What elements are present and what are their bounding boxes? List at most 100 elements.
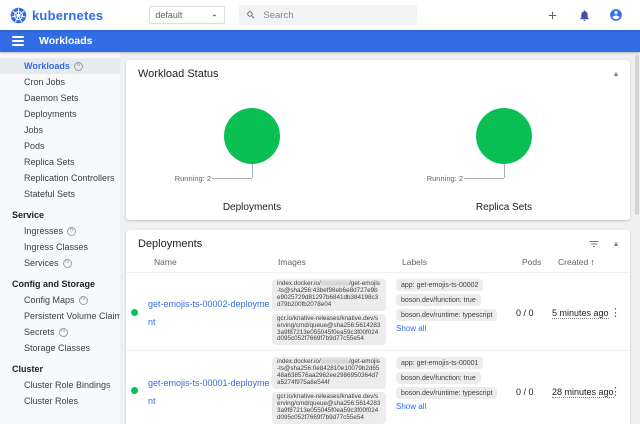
kubernetes-helm-icon — [10, 7, 27, 24]
sidebar-item-replica-sets[interactable]: Replica Sets — [0, 154, 120, 170]
deployments-title: Deployments — [138, 238, 202, 250]
image-chip[interactable]: index.docker.io/xxxxxxxxx/get-emojis-ts@… — [272, 279, 386, 311]
sidebar-item-secrets[interactable]: SecretsN — [0, 324, 120, 340]
workload-status-card: Workload Status ▴ Running: 2DeploymentsR… — [126, 60, 630, 220]
sidebar-item-deployments[interactable]: Deployments — [0, 106, 120, 122]
sidebar-item-replication-controllers[interactable]: Replication Controllers — [0, 170, 120, 186]
create-resource-button[interactable] — [544, 7, 560, 23]
deployment-name-link[interactable]: get-emojis-ts-00001-deployment — [148, 378, 270, 406]
label-chip[interactable]: boson.dev/runtime: typescript — [396, 387, 497, 399]
name-cell: get-emojis-ts-00002-deployment — [148, 294, 272, 330]
images-cell: index.docker.io/xxxxxxxxx/get-emojis-ts@… — [272, 276, 396, 348]
sidebar-item-services[interactable]: ServicesN — [0, 255, 120, 271]
redacted-text: xxxxxxxxx — [321, 358, 349, 365]
search-input[interactable] — [263, 10, 393, 21]
namespaced-badge-icon: N — [59, 328, 68, 337]
deployments-table-header: Name Images Labels Pods Created↑ — [126, 252, 630, 272]
status-ok-icon — [131, 387, 138, 394]
status-ok-icon — [131, 309, 138, 316]
sidebar-item-pods[interactable]: Pods — [0, 138, 120, 154]
pods-value: 0 / 0 — [516, 387, 534, 397]
sidebar-item-label: Workloads — [24, 61, 70, 71]
column-header-images[interactable]: Images — [278, 257, 402, 267]
status-cell — [126, 387, 148, 394]
image-chip[interactable]: index.docker.io/xxxxxxxxx/get-emojis-ts@… — [272, 357, 386, 389]
sidebar-item-cluster-role-bindings[interactable]: Cluster Role Bindings — [0, 377, 120, 393]
column-header-labels[interactable]: Labels — [402, 257, 522, 267]
show-all-link[interactable]: Show all — [396, 324, 516, 333]
sort-ascending-icon: ↑ — [590, 257, 594, 267]
sidebar-item-label: Cron Jobs — [24, 77, 65, 87]
chart-title: Deployments — [223, 202, 281, 213]
sidebar-item-ingresses[interactable]: IngressesN — [0, 223, 120, 239]
bell-icon — [578, 9, 591, 22]
column-header-name[interactable]: Name — [154, 257, 278, 267]
sidebar-item-storage-classes[interactable]: Storage Classes — [0, 340, 120, 356]
created-value[interactable]: 5 minutes ago — [552, 308, 609, 319]
sidebar-item-config-maps[interactable]: Config MapsN — [0, 292, 120, 308]
sidebar-item-label: Storage Classes — [24, 343, 90, 353]
row-menu-cell: ⋮ — [610, 382, 624, 400]
label-chip[interactable]: boson.dev/function: true — [396, 372, 481, 384]
show-all-link[interactable]: Show all — [396, 402, 516, 411]
sidebar-item-cluster-roles[interactable]: Cluster Roles — [0, 393, 120, 409]
namespaced-badge-icon: N — [79, 296, 88, 305]
scrollbar-thumb[interactable] — [635, 55, 639, 215]
chart-connector-line — [252, 164, 253, 178]
topbar-actions — [544, 7, 628, 23]
sidebar-item-label: Persistent Volume Claims — [24, 311, 120, 321]
namespace-value: default — [155, 10, 182, 20]
kubernetes-logo[interactable]: kubernetes — [10, 7, 103, 24]
sidebar-item-cron-jobs[interactable]: Cron Jobs — [0, 74, 120, 90]
sidebar-section-header-cluster: Cluster — [0, 361, 120, 377]
label-chip[interactable]: boson.dev/function: true — [396, 294, 481, 306]
label-chip[interactable]: boson.dev/runtime: typescript — [396, 309, 497, 321]
avatar-icon — [609, 8, 623, 22]
sidebar-item-persistent-volume-claims[interactable]: Persistent Volume ClaimsN — [0, 308, 120, 324]
column-header-pods[interactable]: Pods — [522, 257, 558, 267]
kebab-menu-icon[interactable]: ⋮ — [610, 307, 621, 319]
chart-slice-label: Running: 2 — [427, 174, 463, 183]
search-bar[interactable] — [239, 5, 417, 25]
app-bar: Workloads — [0, 30, 640, 52]
namespace-selector[interactable]: default — [149, 6, 225, 24]
menu-toggle-button[interactable] — [12, 36, 24, 46]
sidebar-item-workloads[interactable]: WorkloadsN — [0, 58, 120, 74]
main-content: Workload Status ▴ Running: 2DeploymentsR… — [120, 52, 634, 424]
kebab-menu-icon[interactable]: ⋮ — [610, 386, 621, 398]
collapse-icon[interactable]: ▴ — [614, 240, 618, 248]
scrollbar[interactable] — [634, 52, 640, 424]
namespaced-badge-icon: N — [63, 259, 72, 268]
image-chip[interactable]: gcr.io/knative-releases/knative.dev/serv… — [272, 392, 386, 424]
label-chip[interactable]: app: get-emojis-ts-00002 — [396, 279, 483, 291]
search-icon — [246, 10, 256, 20]
namespaced-badge-icon: N — [67, 227, 76, 236]
deployment-name-link[interactable]: get-emojis-ts-00002-deployment — [148, 299, 270, 327]
chart-connector-line — [212, 178, 252, 179]
sidebar-item-daemon-sets[interactable]: Daemon Sets — [0, 90, 120, 106]
label-chip[interactable]: app: get-emojis-ts-00001 — [396, 357, 483, 369]
pie-chart-replica-sets[interactable] — [476, 108, 532, 164]
pie-chart-deployments[interactable] — [224, 108, 280, 164]
sidebar-item-ingress-classes[interactable]: Ingress Classes — [0, 239, 120, 255]
topbar: kubernetes default — [0, 0, 640, 30]
created-cell: 5 minutes ago — [552, 303, 610, 321]
workload-status-title: Workload Status — [138, 68, 219, 80]
workload-chart-deployments: Running: 2 Deployments — [126, 108, 378, 213]
notifications-button[interactable] — [576, 7, 592, 23]
image-chip[interactable]: gcr.io/knative-releases/knative.dev/serv… — [272, 314, 386, 346]
chart-connector-line — [504, 164, 505, 178]
collapse-icon[interactable]: ▴ — [614, 70, 618, 78]
created-value[interactable]: 28 minutes ago — [552, 387, 614, 398]
pods-value: 0 / 0 — [516, 308, 534, 318]
plus-icon — [546, 9, 559, 22]
user-profile-button[interactable] — [608, 7, 624, 23]
column-header-created[interactable]: Created↑ — [558, 257, 616, 267]
labels-cell: app: get-emojis-ts-00001 boson.dev/functi… — [396, 354, 516, 411]
sidebar-item-stateful-sets[interactable]: Stateful Sets — [0, 186, 120, 202]
pods-cell: 0 / 0 — [516, 303, 552, 321]
filter-icon[interactable] — [588, 238, 600, 250]
deployments-table-body: get-emojis-ts-00002-deploymentindex.dock… — [126, 272, 630, 424]
chart-slice-label: Running: 2 — [175, 174, 211, 183]
sidebar-item-jobs[interactable]: Jobs — [0, 122, 120, 138]
